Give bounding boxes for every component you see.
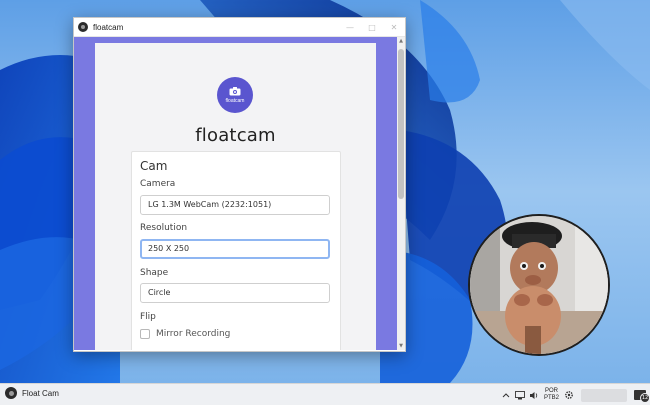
settings-panel: floatcam floatcam Cam Camera LG 1.3M Web…	[95, 43, 376, 350]
title-bar[interactable]: floatcam — □ ✕	[74, 18, 405, 37]
floating-cam-bubble[interactable]	[468, 214, 610, 356]
vertical-scrollbar[interactable]: ▲ ▼	[397, 37, 405, 350]
camera-icon	[229, 86, 241, 95]
language-indicator[interactable]: POR PTB2	[544, 388, 559, 402]
notification-center-icon[interactable]: 12	[634, 390, 650, 403]
floatcam-logo: floatcam	[217, 77, 253, 113]
system-tray: POR PTB2 12	[499, 386, 650, 404]
logo-caption: floatcam	[225, 97, 245, 104]
scroll-thumb[interactable]	[398, 49, 404, 199]
network-icon[interactable]	[515, 390, 525, 400]
scroll-down-icon[interactable]: ▼	[397, 342, 405, 350]
taskbar-app-floatcam[interactable]: Float Cam	[5, 387, 59, 399]
floatcam-taskbar-icon	[5, 387, 17, 399]
app-content: floatcam floatcam Cam Camera LG 1.3M Web…	[74, 37, 397, 350]
camera-label: Camera	[140, 179, 176, 189]
camera-feed-image	[470, 216, 608, 354]
mirror-recording-option[interactable]: Mirror Recording	[140, 329, 230, 339]
keyboard-layout: PTB2	[543, 395, 559, 401]
floatcam-window: floatcam — □ ✕ floatcam floatcam Cam Cam…	[73, 17, 406, 352]
flip-label: Flip	[140, 312, 156, 322]
mirror-recording-checkbox[interactable]	[140, 329, 150, 339]
resolution-label: Resolution	[140, 223, 188, 233]
shape-select[interactable]: Circle	[140, 283, 330, 303]
maximize-button[interactable]: □	[361, 18, 383, 36]
notification-count-badge: 12	[640, 393, 650, 403]
mirror-recording-label: Mirror Recording	[156, 329, 231, 339]
language-code: POR	[544, 388, 558, 394]
clock-redacted[interactable]	[581, 388, 627, 402]
taskbar: Float Cam POR PTB2 12	[0, 383, 650, 405]
resolution-input[interactable]: 250 X 250	[140, 239, 330, 259]
camera-select[interactable]: LG 1.3M WebCam (2232:1051)	[140, 195, 330, 215]
app-name-heading: floatcam	[195, 125, 276, 146]
settings-gear-icon[interactable]	[564, 390, 574, 400]
cam-section-title: Cam	[140, 159, 168, 173]
cam-settings-card: Cam Camera LG 1.3M WebCam (2232:1051) Re…	[131, 151, 341, 350]
app-logo-icon	[78, 22, 88, 32]
shape-label: Shape	[140, 268, 169, 278]
minimize-button[interactable]: —	[339, 18, 361, 36]
window-controls: — □ ✕	[339, 18, 405, 36]
chevron-up-icon[interactable]	[501, 390, 511, 400]
close-button[interactable]: ✕	[383, 18, 405, 36]
taskbar-app-label: Float Cam	[22, 388, 59, 398]
scroll-up-icon[interactable]: ▲	[397, 37, 405, 45]
volume-icon[interactable]	[529, 390, 539, 400]
window-title: floatcam	[93, 22, 124, 32]
